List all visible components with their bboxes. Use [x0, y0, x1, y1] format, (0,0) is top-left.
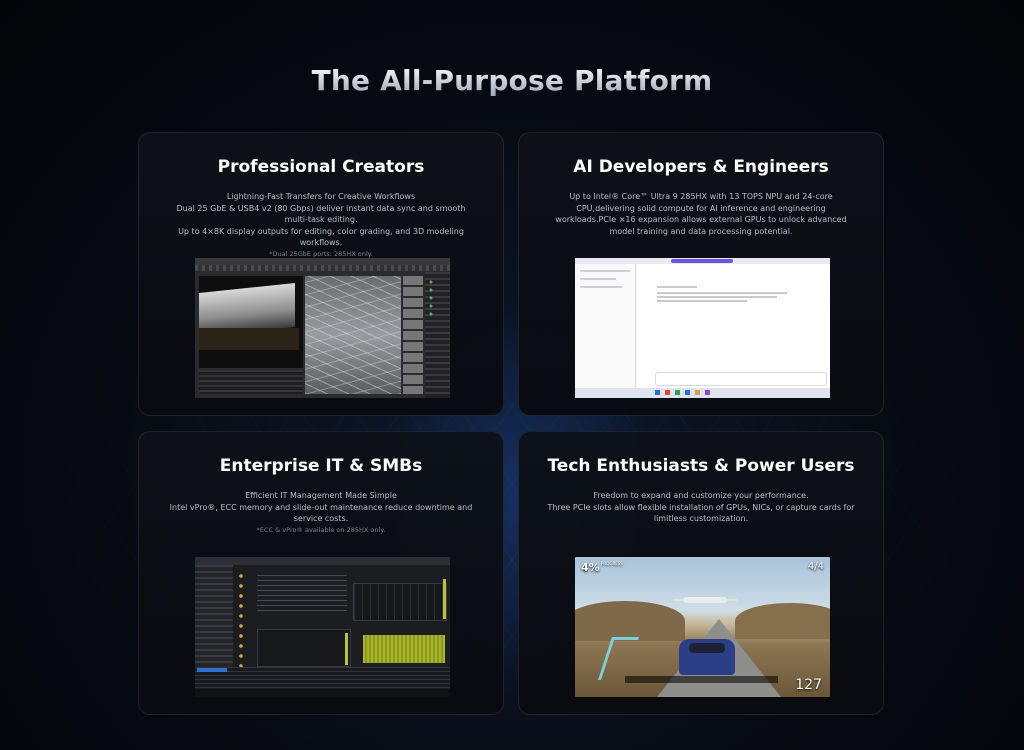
game-position: 4/4 [807, 561, 824, 572]
3d-modeling-screenshot [195, 258, 450, 398]
card-line: Dual 25 GbE & USB4 v2 (80 Gbps) deliver … [176, 203, 466, 225]
card-line: Up to Intel® Core™ Ultra 9 285HX with 13… [555, 192, 847, 236]
card-line: Lightning-Fast Transfers for Creative Wo… [226, 192, 416, 201]
card-professional-creators: Professional Creators Lightning-Fast Tra… [138, 132, 504, 416]
card-title: Enterprise IT & SMBs [219, 456, 423, 476]
page-title: The All-Purpose Platform [0, 64, 1024, 97]
card-description: Up to Intel® Core™ Ultra 9 285HX with 13… [545, 191, 857, 237]
card-description: Efficient IT Management Made Simple Inte… [165, 490, 477, 536]
card-line: Intel vPro®, ECC memory and slide-out ma… [169, 502, 473, 524]
card-tech-enthusiasts: Tech Enthusiasts & Power Users Freedom t… [518, 431, 884, 715]
card-title: Tech Enthusiasts & Power Users [547, 456, 855, 476]
card-footnote: *ECC & vPro® available on 285HX only. [256, 525, 386, 534]
admin-console-screenshot [195, 557, 450, 697]
card-enterprise-it: Enterprise IT & SMBs Efficient IT Manage… [138, 431, 504, 715]
card-description: Lightning-Fast Transfers for Creative Wo… [165, 191, 477, 260]
card-ai-developers: AI Developers & Engineers Up to Intel® C… [518, 132, 884, 416]
card-line: Freedom to expand and customize your per… [593, 491, 809, 500]
card-line: Three PCIe slots allow flexible installa… [547, 502, 855, 524]
ai-chat-screenshot [575, 258, 830, 398]
card-line: Up to 4×8K display outputs for editing, … [178, 226, 464, 248]
game-speed: 127 [795, 677, 822, 693]
card-line: Efficient IT Management Made Simple [245, 491, 397, 500]
card-title: AI Developers & Engineers [573, 157, 829, 177]
card-title: Professional Creators [217, 157, 425, 177]
game-progress-label: PROGRESS [601, 561, 623, 566]
game-progress-value: 4% [581, 561, 600, 574]
card-description: Freedom to expand and customize your per… [545, 490, 857, 525]
game-subtitle-bar [625, 676, 778, 683]
racing-game-screenshot: 4% PROGRESS 4/4 127 [575, 557, 830, 697]
